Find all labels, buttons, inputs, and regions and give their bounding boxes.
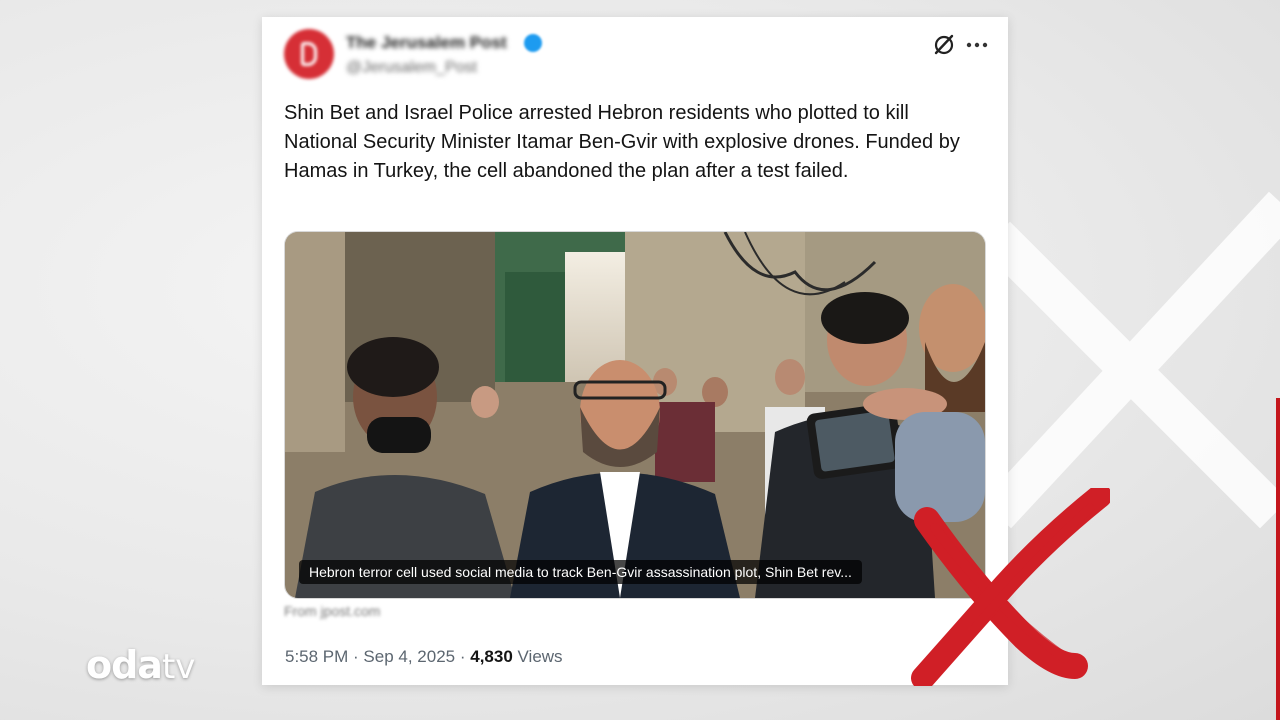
tweet-metadata: 5:58 PM · Sep 4, 2025 · 4,830 Views <box>285 647 563 667</box>
link-card-media[interactable]: Hebron terror cell used social media to … <box>284 231 986 599</box>
verified-badge-icon <box>524 34 542 52</box>
account-avatar[interactable] <box>284 29 334 79</box>
account-name[interactable]: The Jerusalem Post <box>346 33 507 53</box>
logo-text-main: oda <box>86 643 163 687</box>
meta-separator: · <box>455 647 471 666</box>
odatv-logo: odatv <box>86 646 195 684</box>
post-date[interactable]: Sep 4, 2025 <box>363 647 455 666</box>
red-edge-stripe <box>1276 398 1280 720</box>
views-label: Views <box>512 647 563 666</box>
tweet-text: Shin Bet and Israel Police arrested Hebr… <box>284 102 960 182</box>
news-photo <box>285 232 985 598</box>
red-x-cross-mark <box>911 488 1110 686</box>
grok-icon[interactable] <box>932 33 956 57</box>
more-options-icon[interactable] <box>964 33 990 57</box>
account-handle[interactable]: @Jerusalem_Post <box>346 59 477 77</box>
views-count: 4,830 <box>470 647 513 666</box>
link-card-title: Hebron terror cell used social media to … <box>299 560 862 584</box>
meta-separator: · <box>348 647 364 666</box>
logo-text-sub: tv <box>161 647 196 687</box>
link-source[interactable]: From jpost.com <box>284 603 380 619</box>
post-time[interactable]: 5:58 PM <box>285 647 348 666</box>
tweet-card: The Jerusalem Post @Jerusalem_Post Shin … <box>262 17 1008 685</box>
